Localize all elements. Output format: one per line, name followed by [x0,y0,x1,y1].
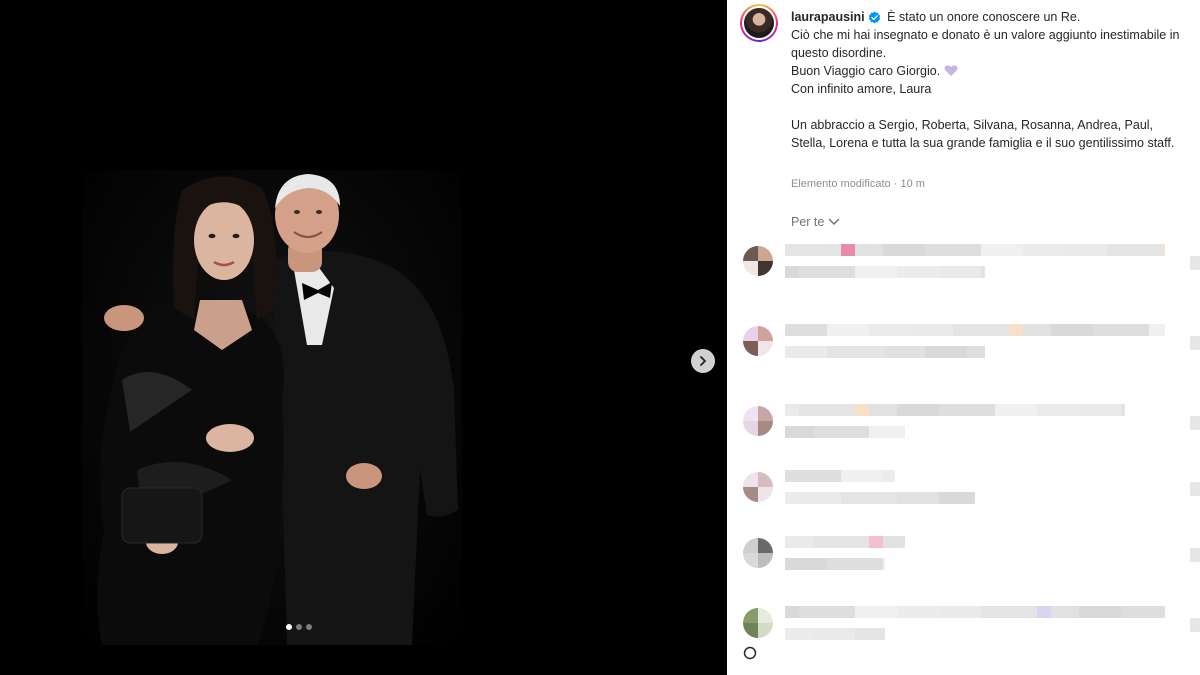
comment-like-icon[interactable] [1190,548,1200,562]
comment-text-redacted [785,606,1165,618]
comment-text-redacted [785,244,1165,256]
comment-text-redacted [785,536,905,548]
comment-like-icon[interactable] [1190,416,1200,430]
chevron-right-icon [700,356,706,366]
purple-heart-icon [944,65,958,76]
meta-separator: · [893,178,898,190]
post-caption: laurapausini È stato un onore conoscere … [791,8,1191,152]
caption-paragraph-2: Un abbraccio a Sergio, Roberta, Silvana,… [791,118,1175,150]
author-avatar-image [744,8,774,38]
author-avatar[interactable] [740,4,778,42]
comment-avatar[interactable] [743,326,773,356]
post-meta: Elemento modificato · 10 m [791,178,925,190]
comment-meta-redacted [785,492,975,504]
post-timestamp[interactable]: 10 m [900,178,924,190]
comment-item [727,468,1200,528]
comment-meta-redacted [785,266,985,278]
emoji-icon[interactable] [743,646,757,660]
comment-meta-redacted [785,628,885,640]
caption-line-2: Ciò che mi hai insegnato e donato è un v… [791,28,1180,60]
comments-filter-dropdown[interactable]: Per te [791,215,840,229]
carousel-dot-active [286,624,292,630]
comment-item [727,322,1200,382]
comment-like-icon[interactable] [1190,618,1200,632]
comment-text-redacted [785,470,895,482]
comment-like-icon[interactable] [1190,336,1200,350]
author-username[interactable]: laurapausini [791,10,865,24]
comment-meta-redacted [785,346,985,358]
comment-avatar[interactable] [743,406,773,436]
comment-text-redacted [785,404,1125,416]
comment-avatar[interactable] [743,246,773,276]
post-side-pane: laurapausini È stato un onore conoscere … [727,0,1200,675]
verified-badge-icon [868,11,880,24]
caption-line-4: Con infinito amore, Laura [791,82,932,96]
photo-illustration [97,174,458,645]
post-media-pane [0,0,727,675]
edited-label: Elemento modificato [791,178,891,190]
comment-like-icon[interactable] [1190,256,1200,270]
post-photo [82,170,462,645]
chevron-down-icon [829,218,840,226]
comment-meta-redacted [785,558,885,570]
caption-line-1: È stato un onore conoscere un Re. [887,10,1081,24]
comment-avatar[interactable] [743,608,773,638]
comment-item [727,534,1200,594]
carousel-dot [296,624,302,630]
comment-like-icon[interactable] [1190,482,1200,496]
caption-line-3: Buon Viaggio caro Giorgio. [791,64,941,78]
comment-avatar[interactable] [743,538,773,568]
carousel-dot [306,624,312,630]
comment-item [727,402,1200,462]
comment-text-redacted [785,324,1165,336]
comment-item [727,604,1200,664]
carousel-next-button[interactable] [691,349,715,373]
comment-item [727,242,1200,302]
comments-filter-label: Per te [791,215,825,229]
comment-avatar[interactable] [743,472,773,502]
comment-meta-redacted [785,426,905,438]
carousel-indicator [286,624,312,630]
